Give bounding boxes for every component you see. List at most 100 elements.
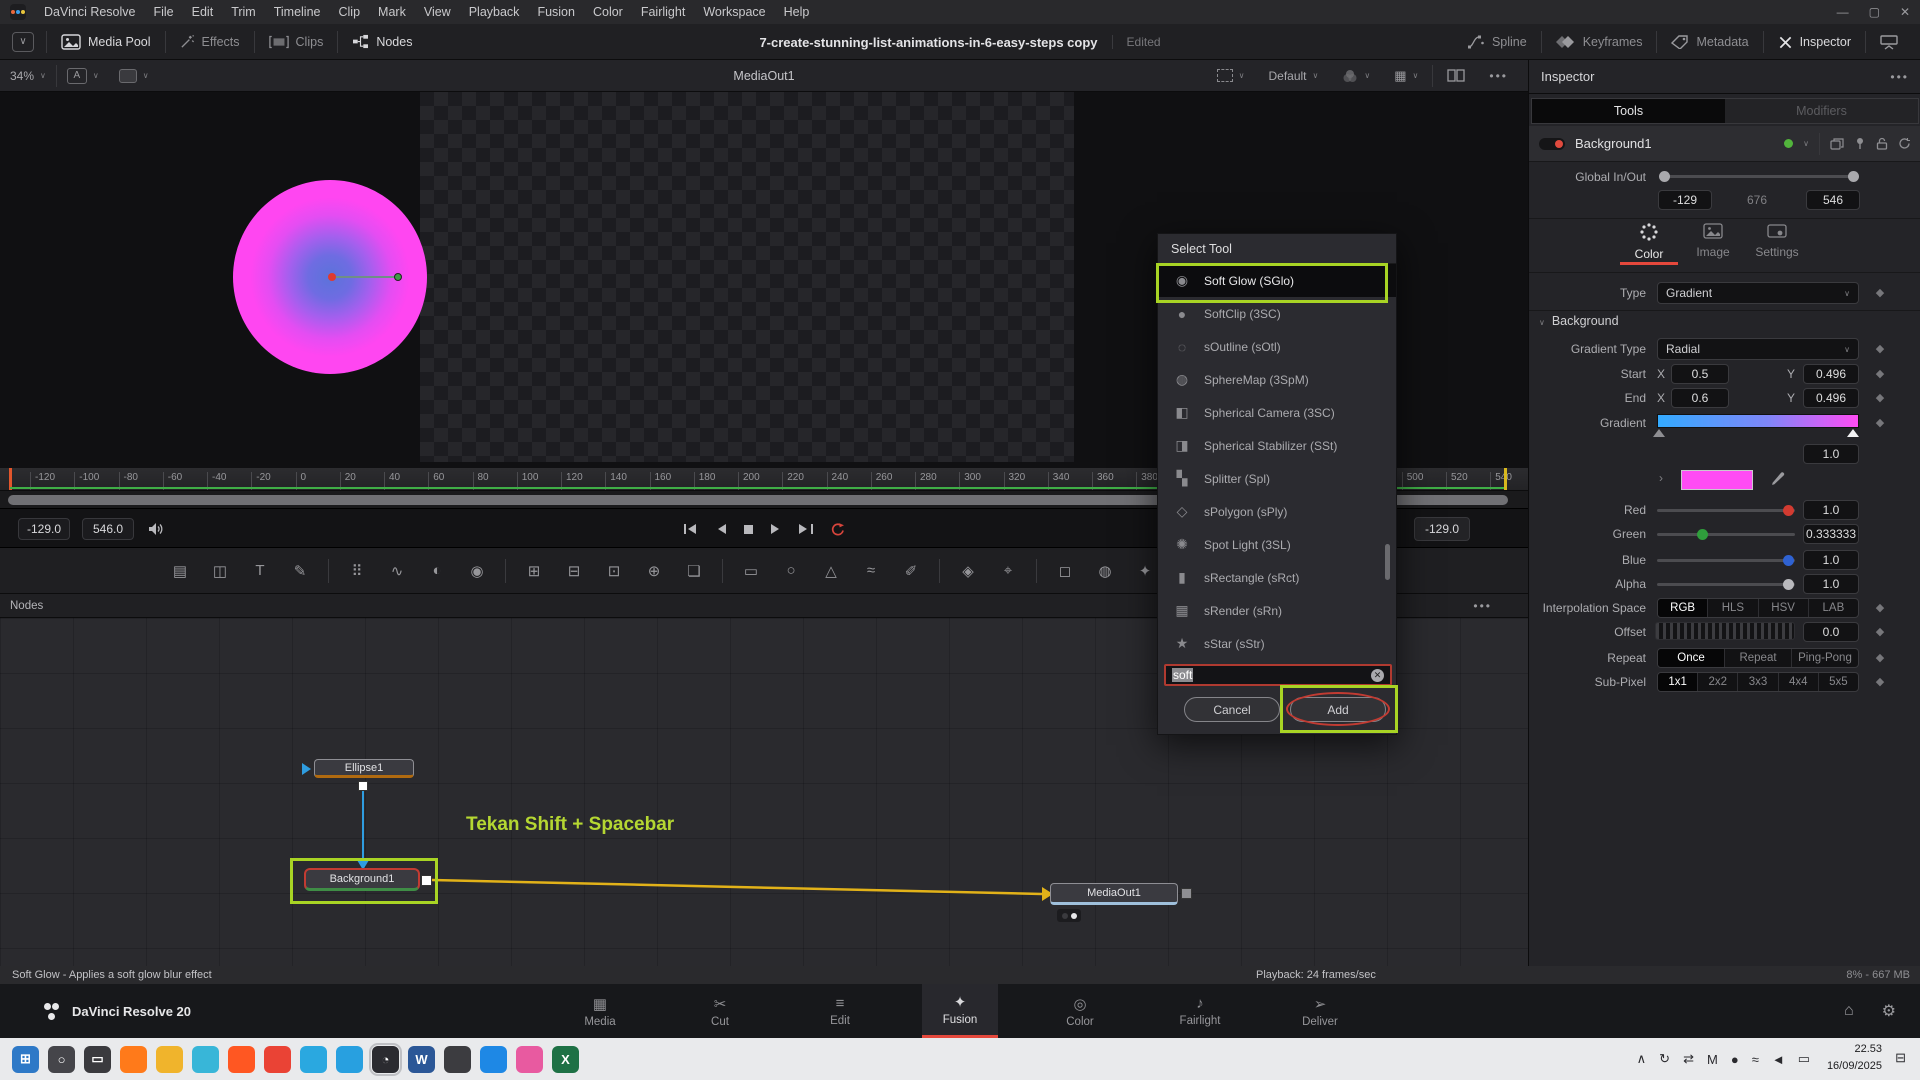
blue-knob[interactable] — [1783, 555, 1794, 566]
node-background1[interactable]: Background1 — [304, 868, 420, 891]
node-output-connector[interactable] — [1181, 888, 1192, 899]
light-3d-icon[interactable]: ✦ — [1133, 562, 1157, 580]
viewer-options-menu[interactable]: ••• — [1479, 69, 1518, 83]
zoom-select[interactable]: 34%∨ — [0, 69, 56, 83]
menu-clip[interactable]: Clip — [339, 5, 361, 19]
spline-button[interactable]: Spline — [1453, 24, 1541, 60]
blue-field[interactable]: 1.0 — [1803, 550, 1859, 570]
nodes-button[interactable]: Nodes — [338, 24, 426, 59]
rectangle-mask-icon[interactable]: ▭ — [739, 562, 763, 580]
tool-item-spot-light-3sl[interactable]: ✺Spot Light (3SL) — [1158, 528, 1396, 561]
paint-icon[interactable]: ✎ — [288, 562, 312, 580]
inspector-button[interactable]: Inspector — [1764, 24, 1865, 60]
end-x-field[interactable]: 0.6 — [1671, 388, 1729, 408]
gradient-start-handle[interactable] — [328, 273, 336, 281]
red-knob[interactable] — [1783, 505, 1794, 516]
tray-expand-icon[interactable]: ∧ — [1637, 1051, 1647, 1067]
taskbar-movies-icon[interactable] — [480, 1046, 507, 1073]
effects-button[interactable]: Effects — [166, 24, 254, 59]
alpha-slider[interactable] — [1657, 583, 1795, 586]
repeat-pingpong[interactable]: Ping-Pong — [1792, 649, 1858, 667]
page-switcher-icon[interactable]: ∨ — [12, 32, 34, 52]
subpixel-5x5[interactable]: 5x5 — [1819, 673, 1858, 691]
tool-item-spolygon-sply[interactable]: ◇sPolygon (sPly) — [1158, 495, 1396, 528]
node-ellipse1[interactable]: Ellipse1 — [314, 759, 414, 778]
tool-item-spherical-stabilizer-sst[interactable]: ◨Spherical Stabilizer (SSt) — [1158, 429, 1396, 462]
polygon-mask-icon[interactable]: △ — [819, 562, 843, 580]
sphere-3d-icon[interactable]: ◍ — [1093, 562, 1117, 580]
global-out-field[interactable]: 546 — [1806, 190, 1860, 210]
taskbar-file-explorer-icon[interactable]: ▭ — [84, 1046, 111, 1073]
interp-lab[interactable]: LAB — [1809, 599, 1858, 617]
project-settings-gear-icon[interactable]: ⚙ — [1882, 1001, 1896, 1021]
taskbar-firefox-icon[interactable] — [120, 1046, 147, 1073]
tray-mic-icon[interactable]: ● — [1731, 1052, 1739, 1067]
eyedropper-icon[interactable] — [1771, 471, 1786, 486]
keyframe-diamond-icon[interactable]: ◆ — [1873, 675, 1887, 688]
merge-icon[interactable]: ⊕ — [642, 562, 666, 580]
keyframe-diamond-icon[interactable]: ◆ — [1873, 286, 1887, 299]
interp-hls[interactable]: HLS — [1708, 599, 1758, 617]
gradient-stop-left[interactable] — [1653, 429, 1665, 437]
offset-field[interactable]: 0.0 — [1803, 622, 1859, 642]
roi-select[interactable]: ∨ — [1207, 69, 1255, 82]
keyframe-diamond-icon[interactable]: ◆ — [1873, 342, 1887, 355]
contrast-icon[interactable]: ◐ — [425, 562, 449, 579]
tool-item-srectangle-srct[interactable]: ▮sRectangle (sRct) — [1158, 561, 1396, 594]
keyframe-diamond-icon[interactable]: ◆ — [1873, 625, 1887, 638]
menu-playback[interactable]: Playback — [469, 5, 520, 19]
notifications-icon[interactable]: ⊟ — [1895, 1050, 1906, 1066]
tray-sync-icon[interactable]: ↻ — [1659, 1051, 1670, 1067]
tool-item-splitter-spl[interactable]: ▚Splitter (Spl) — [1158, 462, 1396, 495]
bspline-mask-icon[interactable]: ≈ — [859, 562, 883, 579]
gradient-stop-right[interactable] — [1847, 429, 1859, 437]
media-in-icon[interactable]: ▤ — [168, 562, 192, 580]
page-media[interactable]: ▦Media — [562, 984, 638, 1038]
resize-icon[interactable]: ⊡ — [602, 562, 626, 580]
gradient-bar[interactable] — [1657, 414, 1859, 428]
node-color-dot[interactable] — [1784, 139, 1793, 148]
color-corrector-icon[interactable]: ⠿ — [345, 562, 369, 580]
green-slider[interactable] — [1657, 533, 1795, 536]
inspector-options-menu[interactable]: ••• — [1890, 70, 1909, 84]
menu-fairlight[interactable]: Fairlight — [641, 5, 685, 19]
interp-hsv[interactable]: HSV — [1759, 599, 1809, 617]
media-pool-button[interactable]: Media Pool — [47, 24, 165, 59]
menu-edit[interactable]: Edit — [192, 5, 214, 19]
close-button[interactable]: ✕ — [1900, 5, 1910, 19]
play-reverse-button[interactable] — [715, 523, 727, 535]
page-cut[interactable]: ✂Cut — [682, 984, 758, 1038]
green-knob[interactable] — [1697, 529, 1708, 540]
menu-workspace[interactable]: Workspace — [703, 5, 765, 19]
maximize-button[interactable]: ▢ — [1869, 5, 1880, 19]
lut-select[interactable]: Default∨ — [1258, 69, 1328, 83]
clear-search-icon[interactable]: ✕ — [1371, 669, 1384, 682]
menu-mark[interactable]: Mark — [378, 5, 406, 19]
type-dropdown[interactable]: Gradient∨ — [1657, 282, 1859, 304]
start-x-field[interactable]: 0.5 — [1671, 364, 1729, 384]
global-in-field[interactable]: -129 — [1658, 190, 1712, 210]
ellipse-mask-icon[interactable]: ○ — [779, 562, 803, 579]
keyframe-diamond-icon[interactable]: ◆ — [1873, 651, 1887, 664]
nodes-options-menu[interactable]: ••• — [1473, 599, 1518, 613]
page-fusion[interactable]: ✦Fusion — [922, 984, 998, 1038]
color-curves-icon[interactable]: ∿ — [385, 562, 409, 580]
alpha-knob[interactable] — [1783, 579, 1794, 590]
node-view-indicators[interactable] — [1057, 909, 1081, 922]
end-y-field[interactable]: 0.496 — [1803, 388, 1859, 408]
tool-item-srender-srn[interactable]: ▦sRender (sRn) — [1158, 594, 1396, 627]
crop-icon[interactable]: ⊟ — [562, 562, 586, 580]
subpixel-4x4[interactable]: 4x4 — [1779, 673, 1819, 691]
blue-slider[interactable] — [1657, 559, 1795, 562]
grid-select[interactable]: ▦∨ — [1384, 68, 1428, 84]
versions-icon[interactable] — [1830, 138, 1844, 150]
tray-wifi-icon[interactable]: ≈ — [1752, 1052, 1759, 1067]
node-input-triangle[interactable] — [302, 763, 311, 775]
taskbar-edge-icon[interactable] — [192, 1046, 219, 1073]
taskbar-telegram-icon[interactable] — [300, 1046, 327, 1073]
keyframe-diamond-icon[interactable]: ◆ — [1873, 367, 1887, 380]
camera-3d-icon[interactable]: ⌖ — [996, 562, 1020, 579]
taskbar-clock[interactable]: 22.53 16/09/2025 — [1812, 1041, 1882, 1075]
page-edit[interactable]: ≡Edit — [802, 984, 878, 1038]
go-to-end-button[interactable] — [798, 523, 814, 535]
